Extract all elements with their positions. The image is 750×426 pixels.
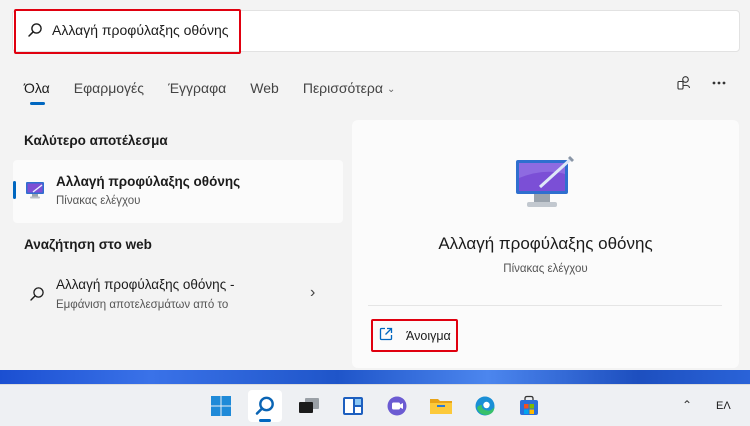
- best-match-subtitle: Πίνακας ελέγχου: [56, 195, 141, 207]
- teams-chat-icon[interactable]: [380, 390, 414, 422]
- web-search-heading: Αναζήτηση στο web: [24, 237, 152, 252]
- detail-title: Αλλαγή προφύλαξης οθόνης: [438, 234, 653, 253]
- divider: [368, 305, 722, 306]
- desktop-wallpaper: [0, 370, 750, 384]
- language-indicator[interactable]: ΕΛ: [716, 400, 731, 412]
- search-input[interactable]: Αλλαγή προφύλαξης οθόνης: [52, 22, 229, 38]
- search-icon: [255, 396, 274, 415]
- open-button[interactable]: Άνοιγμα: [371, 319, 458, 352]
- search-icon: [28, 23, 42, 37]
- more-options-icon[interactable]: [705, 72, 733, 94]
- screensaver-monitor-icon: [26, 182, 44, 199]
- tab-documents[interactable]: Έγγραφα: [168, 80, 226, 96]
- tab-all[interactable]: Όλα: [24, 80, 50, 105]
- taskbar: ⌃ ΕΛ: [0, 384, 750, 426]
- widgets-icon[interactable]: [336, 390, 370, 422]
- tab-web[interactable]: Web: [250, 80, 279, 96]
- tab-more-label: Περισσότερα: [302, 80, 383, 96]
- store-icon[interactable]: [512, 390, 546, 422]
- search-icon: [30, 287, 44, 301]
- open-button-label: Άνοιγμα: [406, 329, 451, 343]
- chevron-right-icon[interactable]: ›: [310, 284, 315, 302]
- account-switch-icon[interactable]: [670, 72, 698, 94]
- screensaver-monitor-icon: [516, 156, 574, 207]
- detail-subtitle: Πίνακας ελέγχου: [503, 263, 588, 275]
- web-result-title: Αλλαγή προφύλαξης οθόνης -: [56, 277, 235, 292]
- selection-indicator: [13, 181, 16, 199]
- web-search-result[interactable]: Αλλαγή προφύλαξης οθόνης - Εμφάνιση αποτ…: [13, 266, 343, 322]
- filter-tabs: Όλα Εφαρμογές Έγγραφα Web Περισσότερα ⌄: [24, 76, 419, 105]
- web-result-subtitle: Εμφάνιση αποτελεσμάτων από το: [56, 299, 229, 311]
- best-match-heading: Καλύτερο αποτέλεσμα: [24, 133, 168, 148]
- search-panel: Αλλαγή προφύλαξης οθόνης Όλα Εφαρμογές Έ…: [0, 0, 750, 370]
- file-explorer-icon[interactable]: [424, 390, 458, 422]
- open-external-icon: [379, 327, 393, 341]
- best-match-result[interactable]: Αλλαγή προφύλαξης οθόνης Πίνακας ελέγχου: [13, 160, 343, 223]
- task-view-icon[interactable]: [292, 390, 326, 422]
- chevron-up-icon[interactable]: ⌃: [682, 398, 692, 412]
- edge-browser-icon[interactable]: [468, 390, 502, 422]
- tab-more[interactable]: Περισσότερα ⌄: [303, 80, 396, 96]
- chevron-down-icon: ⌄: [386, 84, 396, 95]
- taskbar-search-button[interactable]: [248, 390, 282, 422]
- tab-apps[interactable]: Εφαρμογές: [74, 80, 144, 96]
- best-match-title: Αλλαγή προφύλαξης οθόνης: [56, 174, 241, 189]
- windows-start-icon[interactable]: [204, 390, 238, 422]
